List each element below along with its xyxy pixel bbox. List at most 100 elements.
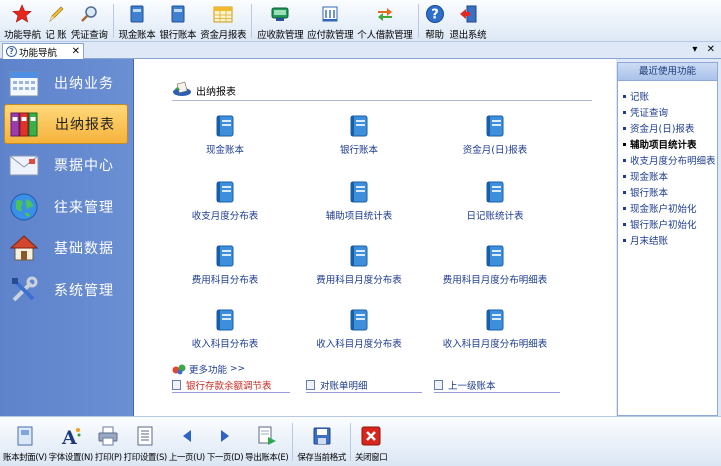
recent-item[interactable]: 辅助项目统计表: [618, 136, 717, 152]
sidebar-item-cashier-reports[interactable]: 出纳报表: [4, 104, 128, 144]
toolbar-bookkeeping-button[interactable]: 记 账: [43, 0, 69, 42]
tab-close-icon[interactable]: ✕: [72, 46, 80, 57]
exit-icon: [457, 3, 479, 25]
save-format-button[interactable]: 保存当前格式: [296, 417, 347, 466]
recent-item[interactable]: 凭证查询: [618, 104, 717, 120]
recent-item[interactable]: 现金账户初始化: [618, 200, 717, 216]
tab-menu-icon[interactable]: ▾: [692, 44, 697, 55]
toolbar-label: 退出系统: [449, 30, 487, 41]
report-label: 收支月度分布表: [191, 211, 259, 222]
toolbar-separator: [349, 423, 351, 461]
tab-label: 功能导航: [19, 47, 58, 59]
magnifier-icon: [78, 3, 100, 25]
book-icon: [486, 309, 504, 331]
toolbar-payable-button[interactable]: 应付款管理: [305, 0, 355, 42]
tab-function-nav[interactable]: ? 功能导航 ✕: [2, 43, 84, 59]
report-label: 费用科目月度分布明细表: [442, 275, 548, 286]
toolbar-label: 应收款管理: [257, 30, 304, 41]
recent-item[interactable]: 银行账本: [618, 184, 717, 200]
bottom-label: 导出账本(E): [245, 453, 289, 463]
close-window-button[interactable]: 关闭窗口: [354, 417, 388, 466]
recent-functions-panel: 最近使用功能 记账 凭证查询 资金月(日)报表 辅助项目统计表 收支月度分布明细…: [617, 62, 718, 416]
link-parent-ledger[interactable]: 上一级账本: [434, 377, 560, 393]
next-page-button[interactable]: 下一页(D): [206, 417, 244, 466]
recent-item[interactable]: 记账: [618, 88, 717, 104]
bottom-label: 保存当前格式: [297, 453, 346, 463]
toolbar-separator: [292, 423, 294, 461]
cash-book-icon: [126, 3, 148, 25]
section-title: 出纳报表: [196, 87, 236, 98]
recent-item[interactable]: 现金账本: [618, 168, 717, 184]
previous-page-button[interactable]: 上一页(U): [168, 417, 206, 466]
bank-book-icon: [167, 3, 189, 25]
toolbar-label: 资金月报表: [200, 30, 247, 41]
export-ledger-button[interactable]: 导出账本(E): [244, 417, 289, 466]
sidebar-item-cashier-business[interactable]: 出纳业务: [4, 63, 128, 103]
report-monthly-daily-fund[interactable]: 资金月(日)报表: [420, 115, 570, 156]
report-income-expense-monthly[interactable]: 收支月度分布表: [150, 181, 300, 222]
sidebar-item-transactions[interactable]: 往来管理: [4, 187, 128, 227]
print-settings-button[interactable]: 打印设置(S): [123, 417, 168, 466]
report-expense-accounts-monthly-detail[interactable]: 费用科目月度分布明细表: [420, 245, 570, 286]
toolbar-help-button[interactable]: ? 帮助: [422, 0, 448, 42]
toolbar-receivable-button[interactable]: 应收款管理: [255, 0, 305, 42]
book-icon: [216, 245, 234, 267]
tab-bar: ? 功能导航 ✕ ▾ ✕: [0, 42, 721, 59]
more-functions-icon: [172, 364, 186, 375]
document-icon: [306, 379, 315, 390]
report-label: 现金账本: [205, 145, 244, 156]
report-expense-accounts[interactable]: 费用科目分布表: [150, 245, 300, 286]
toolbar-monthly-report-button[interactable]: 资金月报表: [198, 0, 248, 42]
link-statement-details[interactable]: 对账单明细: [306, 377, 422, 393]
more-functions-label: 更多功能: [189, 365, 228, 376]
tools-icon: [6, 272, 42, 308]
bottom-label: 下一页(D): [206, 453, 244, 463]
report-cash-book[interactable]: 现金账本: [150, 115, 300, 156]
sidebar-item-bill-center[interactable]: 票据中心: [4, 145, 128, 185]
report-expense-accounts-monthly[interactable]: 费用科目月度分布表: [284, 245, 434, 286]
close-all-tabs-icon[interactable]: ✕: [707, 44, 715, 55]
bottom-label: 上一页(U): [168, 453, 205, 463]
calendar-report-icon: [212, 3, 234, 25]
book-icon: [486, 115, 504, 137]
report-auxiliary-items[interactable]: 辅助项目统计表: [284, 181, 434, 222]
print-settings-icon: [134, 425, 156, 447]
document-icon: [172, 379, 181, 390]
link-bank-reconciliation[interactable]: 银行存款余额调节表: [172, 377, 290, 393]
toolbar-bank-book-button[interactable]: 银行账本: [157, 0, 198, 42]
recent-item[interactable]: 月末结账: [618, 232, 717, 248]
report-journal-statistics[interactable]: 日记账统计表: [420, 181, 570, 222]
toolbar-function-nav-button[interactable]: 功能导航: [2, 0, 43, 42]
toolbar-voucher-query-button[interactable]: 凭证查询: [69, 0, 110, 42]
recent-functions-list: 记账 凭证查询 资金月(日)报表 辅助项目统计表 收支月度分布明细表 现金账本 …: [618, 81, 717, 248]
recent-item[interactable]: 收支月度分布明细表: [618, 152, 717, 168]
toolbar-separator: [112, 4, 114, 38]
recent-item[interactable]: 资金月(日)报表: [618, 120, 717, 136]
report-income-accounts-monthly-detail[interactable]: 收入科目月度分布明细表: [420, 309, 570, 350]
toolbar-separator: [251, 4, 253, 38]
toolbar-personal-loan-button[interactable]: 个人借款管理: [355, 0, 414, 42]
book-icon: [486, 245, 504, 267]
report-income-accounts-monthly[interactable]: 收入科目月度分布表: [284, 309, 434, 350]
ledger-cover-button[interactable]: 账本封面(V): [2, 417, 48, 466]
book-icon: [216, 181, 234, 203]
report-income-accounts[interactable]: 收入科目分布表: [150, 309, 300, 350]
link-label: 上一级账本: [448, 380, 496, 392]
section-header: 出纳报表: [172, 81, 592, 101]
sidebar-item-basic-data[interactable]: 基础数据: [4, 228, 128, 268]
toolbar-cash-book-button[interactable]: 现金账本: [117, 0, 158, 42]
toolbar-label: 现金账本: [118, 30, 156, 41]
font-settings-button[interactable]: A 字体设置(N): [48, 417, 94, 466]
toolbar-label: 应付款管理: [307, 30, 354, 41]
report-label: 银行账本: [339, 145, 378, 156]
sidebar-item-label: 系统管理: [54, 283, 114, 299]
report-label: 收入科目月度分布明细表: [442, 339, 548, 350]
sidebar-item-system-management[interactable]: 系统管理: [4, 270, 128, 310]
report-bank-book[interactable]: 银行账本: [284, 115, 434, 156]
print-button[interactable]: 打印(P): [94, 417, 123, 466]
toolbar-label: 记 账: [45, 30, 67, 41]
recent-item[interactable]: 银行账户初始化: [618, 216, 717, 232]
toolbar-exit-button[interactable]: 退出系统: [448, 0, 489, 42]
close-window-icon: [360, 425, 382, 447]
binders-icon: [7, 106, 43, 142]
